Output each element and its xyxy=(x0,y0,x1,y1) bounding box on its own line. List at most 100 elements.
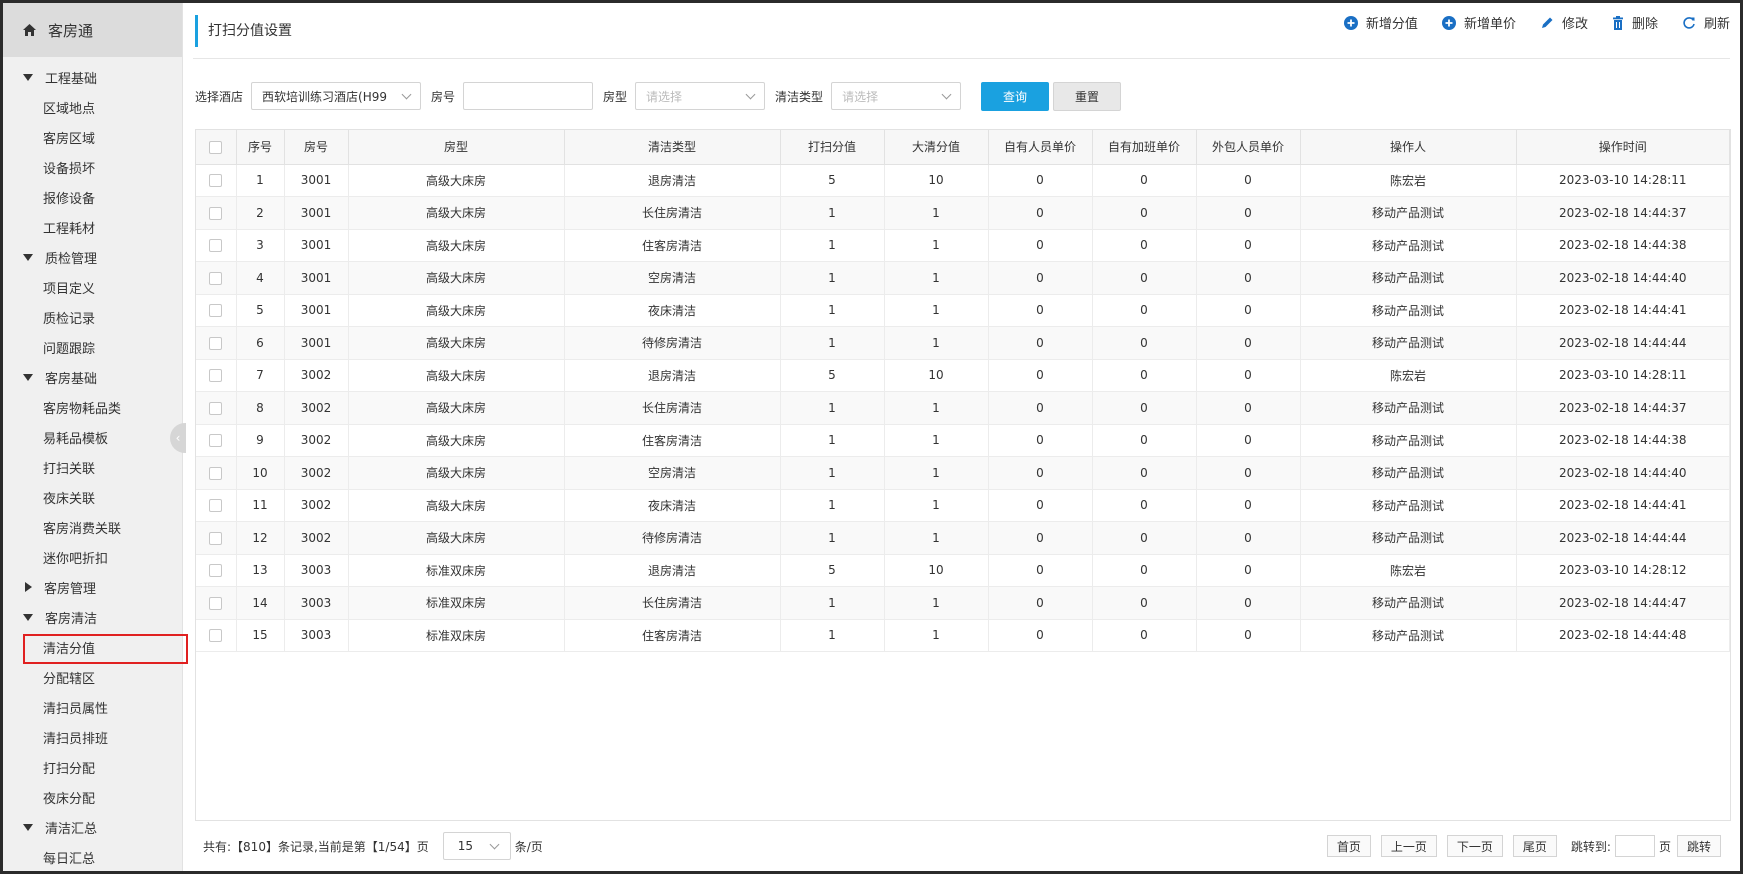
sidebar-item[interactable]: 分配辖区 xyxy=(3,662,182,692)
row-checkbox[interactable] xyxy=(209,401,223,415)
table-cell: 3001 xyxy=(284,164,349,197)
jump-page-input[interactable] xyxy=(1614,835,1655,857)
sidebar-item[interactable]: 报修设备 xyxy=(3,182,182,212)
table-row[interactable]: 12 3002 高级大床房 待修房清洁 1 1 0 0 0 移动产品测试 2023-02-18 14… xyxy=(196,521,1730,555)
table-cell: 1 xyxy=(780,424,885,457)
sidebar-item[interactable]: 清扫员属性 xyxy=(3,692,182,722)
column-header[interactable]: 清洁类型 xyxy=(564,130,781,165)
last-page-button[interactable]: 尾页 xyxy=(1512,835,1557,857)
prev-page-button[interactable]: 上一页 xyxy=(1380,835,1437,857)
row-checkbox[interactable] xyxy=(209,596,223,610)
cleantype-select[interactable]: 请选择 xyxy=(831,82,962,110)
row-select-cell xyxy=(196,229,237,262)
sidebar-item[interactable]: 打扫分配 xyxy=(3,752,182,782)
table-row[interactable]: 15 3003 标准双床房 住客房清洁 1 1 0 0 0 移动产品测试 2023-02-18 14… xyxy=(196,619,1730,652)
column-header[interactable]: 自有加班单价 xyxy=(1092,130,1197,165)
sidebar-item[interactable]: 区域地点 xyxy=(3,92,182,122)
row-checkbox[interactable] xyxy=(209,466,223,480)
sidebar-group[interactable]: 客房清洁 xyxy=(3,602,182,632)
sidebar-item[interactable]: 打扫关联 xyxy=(3,452,182,482)
sidebar-item[interactable]: 夜床关联 xyxy=(3,482,182,512)
table-row[interactable]: 11 3002 高级大床房 夜床清洁 1 1 0 0 0 移动产品测试 2023-02-18 14:… xyxy=(196,489,1730,522)
row-checkbox[interactable] xyxy=(209,629,223,643)
table-row[interactable]: 5 3001 高级大床房 夜床清洁 1 1 0 0 0 移动产品测试 2023-02-18 14:4… xyxy=(196,294,1730,327)
sidebar-item[interactable]: 夜床分配 xyxy=(3,782,182,812)
delete-button[interactable]: 删除 xyxy=(1612,13,1658,32)
column-header[interactable]: 大清分值 xyxy=(884,130,989,165)
table-cell: 3003 xyxy=(284,586,349,620)
sidebar-group[interactable]: 质检管理 xyxy=(3,242,182,272)
sidebar-item[interactable]: 客房区域 xyxy=(3,122,182,152)
sidebar-item[interactable]: 清洁分值 xyxy=(3,632,188,664)
hotel-select[interactable]: 西软培训练习酒店(H99 xyxy=(251,82,422,110)
table-row[interactable]: 3 3001 高级大床房 住客房清洁 1 1 0 0 0 移动产品测试 2023-02-18 14:… xyxy=(196,229,1730,262)
sidebar-item[interactable]: 项目定义 xyxy=(3,272,182,302)
table-row[interactable]: 13 3003 标准双床房 退房清洁 5 10 0 0 0 陈宏岩 2023-03-10 14:28… xyxy=(196,554,1730,587)
page-size-select[interactable]: 15 xyxy=(442,832,511,860)
table-cell: 0 xyxy=(988,619,1093,652)
add-score-button[interactable]: 新增分值 xyxy=(1343,13,1418,32)
trash-icon xyxy=(1612,15,1623,30)
sidebar-item[interactable]: 易耗品模板 xyxy=(3,422,182,452)
column-header[interactable]: 房号 xyxy=(284,130,349,165)
table-row[interactable]: 14 3003 标准双床房 长住房清洁 1 1 0 0 0 移动产品测试 2023-02-18 14… xyxy=(196,586,1730,620)
table-row[interactable]: 2 3001 高级大床房 长住房清洁 1 1 0 0 0 移动产品测试 2023-02-18 14:… xyxy=(196,196,1730,230)
row-checkbox[interactable] xyxy=(209,336,223,350)
edit-button[interactable]: 修改 xyxy=(1540,13,1588,32)
row-checkbox[interactable] xyxy=(209,304,223,318)
table-row[interactable]: 10 3002 高级大床房 空房清洁 1 1 0 0 0 移动产品测试 2023-02-18 14:… xyxy=(196,456,1730,490)
sidebar-group[interactable]: 工程基础 xyxy=(3,62,182,92)
sidebar-group[interactable]: 清洁汇总 xyxy=(3,812,182,842)
sidebar-item[interactable]: 客房消费关联 xyxy=(3,512,182,542)
column-header[interactable]: 操作时间 xyxy=(1516,130,1730,165)
row-checkbox[interactable] xyxy=(209,206,223,220)
next-page-button[interactable]: 下一页 xyxy=(1446,835,1503,857)
row-checkbox[interactable] xyxy=(209,239,223,253)
sidebar-item[interactable]: 清扫员排班 xyxy=(3,722,182,752)
row-checkbox[interactable] xyxy=(209,564,223,578)
table-row[interactable]: 7 3002 高级大床房 退房清洁 5 10 0 0 0 陈宏岩 2023-03-10 14:28:… xyxy=(196,359,1730,392)
room-input[interactable] xyxy=(463,82,594,110)
jump-button[interactable]: 跳转 xyxy=(1676,835,1721,857)
column-header[interactable]: 操作人 xyxy=(1300,130,1517,165)
row-checkbox[interactable] xyxy=(209,434,223,448)
column-header[interactable]: 自有人员单价 xyxy=(988,130,1093,165)
reset-button[interactable]: 重置 xyxy=(1053,81,1122,111)
table-row[interactable]: 6 3001 高级大床房 待修房清洁 1 1 0 0 0 移动产品测试 2023-02-18 14:… xyxy=(196,326,1730,360)
sidebar-group[interactable]: 客房管理 xyxy=(3,572,182,602)
select-all-checkbox[interactable] xyxy=(209,140,223,154)
sidebar-item[interactable]: 设备损坏 xyxy=(3,152,182,182)
query-button[interactable]: 查询 xyxy=(981,81,1050,111)
row-checkbox[interactable] xyxy=(209,174,223,188)
table-row[interactable]: 1 3001 高级大床房 退房清洁 5 10 0 0 0 陈宏岩 2023-03-10 14:28:… xyxy=(196,164,1730,197)
sidebar-item[interactable]: 问题跟踪 xyxy=(3,332,182,362)
column-header[interactable]: 打扫分值 xyxy=(780,130,885,165)
table-cell: 0 xyxy=(1092,489,1197,522)
sidebar-item[interactable]: 迷你吧折扣 xyxy=(3,542,182,572)
refresh-button[interactable]: 刷新 xyxy=(1682,13,1730,32)
row-checkbox[interactable] xyxy=(209,499,223,513)
table-row[interactable]: 8 3002 高级大床房 长住房清洁 1 1 0 0 0 移动产品测试 2023-02-18 14:… xyxy=(196,391,1730,425)
row-checkbox[interactable] xyxy=(209,271,223,285)
row-checkbox[interactable] xyxy=(209,531,223,545)
record-info: 共有:【810】条记录,当前是第【1/54】页 xyxy=(203,839,429,854)
column-header[interactable]: 外包人员单价 xyxy=(1196,130,1301,165)
add-price-button[interactable]: 新增单价 xyxy=(1441,13,1516,32)
roomtype-select[interactable]: 请选择 xyxy=(635,82,766,110)
sidebar-item[interactable]: 客房物耗品类 xyxy=(3,392,182,422)
table-cell: 0 xyxy=(1092,359,1197,392)
sidebar-item[interactable]: 质检记录 xyxy=(3,302,182,332)
sidebar-item-label: 夜床关联 xyxy=(43,491,96,507)
row-checkbox[interactable] xyxy=(209,369,223,383)
sidebar-item[interactable]: 工程耗材 xyxy=(3,212,182,242)
column-header[interactable]: 序号 xyxy=(236,130,285,165)
table-row[interactable]: 9 3002 高级大床房 住客房清洁 1 1 0 0 0 移动产品测试 2023-02-18 14:… xyxy=(196,424,1730,457)
table-cell: 4 xyxy=(236,261,285,295)
column-header[interactable]: 房型 xyxy=(348,130,565,165)
table-cell: 高级大床房 xyxy=(348,164,565,197)
sidebar-header[interactable]: 客房通 xyxy=(3,3,182,57)
table-row[interactable]: 4 3001 高级大床房 空房清洁 1 1 0 0 0 移动产品测试 2023-02-18 14:4… xyxy=(196,261,1730,295)
first-page-button[interactable]: 首页 xyxy=(1326,835,1371,857)
sidebar-item[interactable]: 每日汇总 xyxy=(3,842,182,871)
sidebar-group[interactable]: 客房基础 xyxy=(3,362,182,392)
